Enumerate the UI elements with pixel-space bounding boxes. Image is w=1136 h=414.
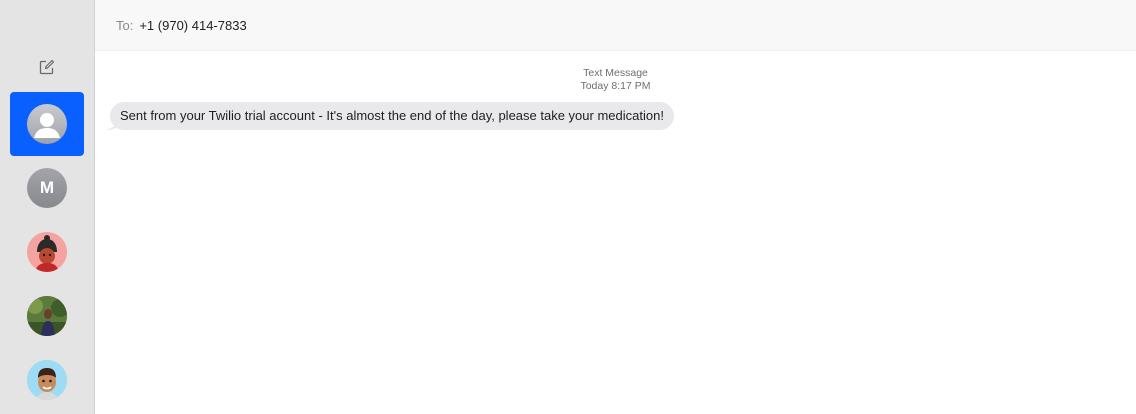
service-label: Text Message (583, 67, 648, 79)
recipient-field[interactable]: +1 (970) 414-7833 (139, 18, 246, 33)
to-label: To: (116, 17, 134, 33)
message-text: Sent from your Twilio trial account - It… (120, 108, 664, 123)
person-silhouette-icon (34, 113, 60, 138)
conversation-pane: To: +1 (970) 414-7833 Text Message Today… (95, 0, 1136, 414)
conversation-item-unknown-contact[interactable] (10, 92, 84, 156)
avatar (27, 360, 67, 400)
compose-button[interactable] (36, 56, 58, 78)
timestamp-day: Today (580, 80, 609, 92)
recipient-header: To: +1 (970) 414-7833 (95, 0, 1136, 51)
conversation-sidebar: M (0, 0, 95, 414)
avatar (27, 296, 67, 336)
conversation-item-contact-memoji-boy[interactable] (10, 348, 84, 412)
message-row: Sent from your Twilio trial account - It… (105, 102, 674, 130)
message-timestamp: Text Message Today 8:17 PM (95, 67, 1136, 93)
timestamp-time: 8:17 PM (611, 80, 651, 92)
photo-avatar-icon (27, 296, 67, 336)
conversation-item-contact-m[interactable]: M (10, 156, 84, 220)
conversation-item-contact-memoji-hat[interactable] (10, 220, 84, 284)
avatar: M (27, 168, 67, 208)
memoji-avatar-icon (27, 360, 67, 400)
conversation-item-contact-photo-outdoor[interactable] (10, 284, 84, 348)
compose-icon (39, 59, 55, 75)
incoming-message-bubble[interactable]: Sent from your Twilio trial account - It… (110, 102, 674, 130)
avatar (27, 232, 67, 272)
avatar (27, 104, 67, 144)
avatar-initial: M (39, 178, 55, 197)
timestamp-label: Today 8:17 PM (95, 80, 1136, 93)
messages-window: M To: +1 (970) 414-7833 Text Message Tod… (0, 0, 1136, 414)
memoji-avatar-icon (27, 232, 67, 272)
